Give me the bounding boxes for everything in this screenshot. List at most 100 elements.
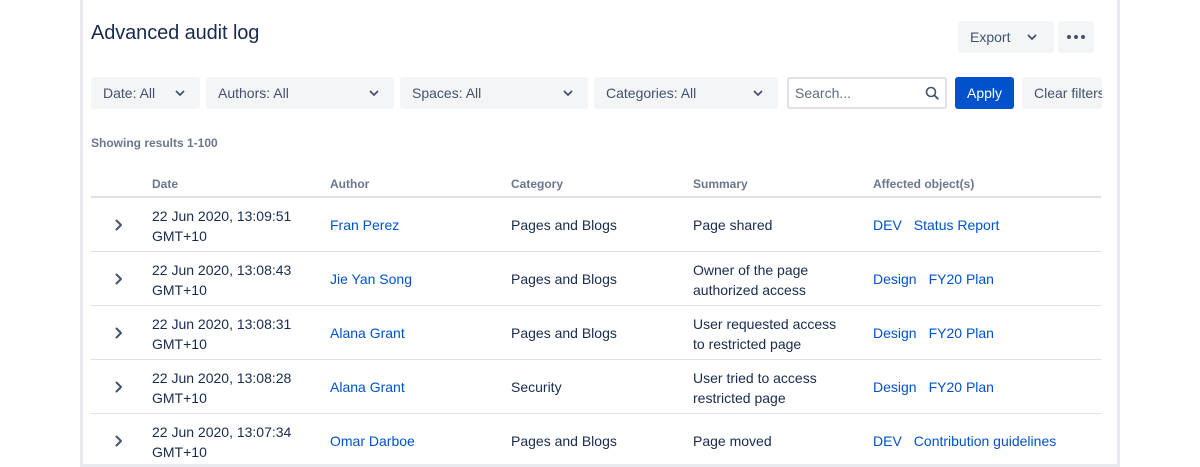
page-link[interactable]: FY20 Plan bbox=[929, 271, 994, 287]
chevron-right-icon[interactable] bbox=[113, 218, 125, 232]
row-date: 22 Jun 2020, 13:08:43 GMT+10 bbox=[152, 260, 322, 300]
table-row[interactable]: 22 Jun 2020, 13:08:43 GMT+10 Jie Yan Son… bbox=[91, 252, 1101, 306]
space-link[interactable]: Design bbox=[873, 379, 917, 395]
row-category: Pages and Blogs bbox=[511, 271, 617, 287]
date-filter-label: Date: All bbox=[103, 85, 156, 101]
chevron-right-icon[interactable] bbox=[113, 272, 125, 286]
search-input[interactable] bbox=[789, 79, 917, 107]
row-date-line1: 22 Jun 2020, 13:07:34 bbox=[152, 424, 292, 440]
row-affected-objects: Design FY20 Plan bbox=[873, 269, 994, 289]
page-link[interactable]: Status Report bbox=[914, 217, 1000, 233]
space-link[interactable]: Design bbox=[873, 271, 917, 287]
row-date-line1: 22 Jun 2020, 13:08:28 bbox=[152, 370, 292, 386]
row-affected-objects: Design FY20 Plan bbox=[873, 323, 994, 343]
column-header-summary[interactable]: Summary bbox=[693, 177, 748, 191]
row-summary-line2: authorized access bbox=[693, 282, 806, 298]
row-author: Omar Darboe bbox=[330, 431, 415, 451]
more-actions-button[interactable] bbox=[1058, 21, 1094, 53]
results-count: Showing results 1-100 bbox=[91, 136, 218, 150]
chevron-down-icon bbox=[753, 90, 763, 96]
author-link[interactable]: Fran Perez bbox=[330, 217, 399, 233]
row-author: Fran Perez bbox=[330, 215, 399, 235]
row-summary-line1: Page shared bbox=[693, 217, 773, 233]
table-header: Date Author Category Summary Affected ob… bbox=[91, 170, 1101, 198]
row-author: Alana Grant bbox=[330, 323, 405, 343]
clear-filters-button[interactable]: Clear filters bbox=[1022, 77, 1102, 109]
row-date: 22 Jun 2020, 13:08:31 GMT+10 bbox=[152, 314, 322, 354]
row-date-line2: GMT+10 bbox=[152, 228, 207, 244]
authors-filter-dropdown[interactable]: Authors: All bbox=[206, 77, 394, 109]
page-link[interactable]: FY20 Plan bbox=[929, 325, 994, 341]
row-date-line1: 22 Jun 2020, 13:09:51 bbox=[152, 208, 292, 224]
row-date: 22 Jun 2020, 13:09:51 GMT+10 bbox=[152, 206, 322, 246]
date-filter-dropdown[interactable]: Date: All bbox=[91, 77, 200, 109]
author-link[interactable]: Alana Grant bbox=[330, 325, 405, 341]
column-header-category[interactable]: Category bbox=[511, 177, 563, 191]
apply-button[interactable]: Apply bbox=[955, 77, 1014, 109]
row-affected-objects: Design FY20 Plan bbox=[873, 377, 994, 397]
row-category: Pages and Blogs bbox=[511, 217, 617, 233]
column-header-affected-objects: Affected object(s) bbox=[873, 177, 975, 191]
row-date-line2: GMT+10 bbox=[152, 444, 207, 460]
row-summary-line1: User tried to access bbox=[693, 370, 817, 386]
space-link[interactable]: DEV bbox=[873, 217, 902, 233]
table-row[interactable]: 22 Jun 2020, 13:08:28 GMT+10 Alana Grant… bbox=[91, 360, 1101, 414]
space-link[interactable]: DEV bbox=[873, 433, 902, 449]
author-link[interactable]: Omar Darboe bbox=[330, 433, 415, 449]
row-category: Pages and Blogs bbox=[511, 325, 617, 341]
row-date-line2: GMT+10 bbox=[152, 390, 207, 406]
author-link[interactable]: Jie Yan Song bbox=[330, 271, 412, 287]
row-date: 22 Jun 2020, 13:07:34 GMT+10 bbox=[152, 422, 322, 462]
row-date-line1: 22 Jun 2020, 13:08:43 bbox=[152, 262, 292, 278]
chevron-right-icon[interactable] bbox=[113, 380, 125, 394]
row-summary: User requested access to restricted page bbox=[693, 314, 863, 354]
page-link[interactable]: Contribution guidelines bbox=[914, 433, 1056, 449]
row-affected-objects: DEV Status Report bbox=[873, 215, 999, 235]
export-label: Export bbox=[970, 29, 1011, 45]
row-summary-line1: Page moved bbox=[693, 433, 772, 449]
row-category: Pages and Blogs bbox=[511, 433, 617, 449]
row-author: Alana Grant bbox=[330, 377, 405, 397]
search-box bbox=[787, 77, 947, 109]
row-summary: Page shared bbox=[693, 215, 863, 235]
more-icon bbox=[1067, 35, 1071, 39]
table-row[interactable]: 22 Jun 2020, 13:08:31 GMT+10 Alana Grant… bbox=[91, 306, 1101, 360]
row-category: Security bbox=[511, 379, 562, 395]
chevron-down-icon bbox=[175, 90, 185, 96]
column-header-author[interactable]: Author bbox=[330, 177, 369, 191]
chevron-down-icon bbox=[1027, 34, 1037, 40]
row-summary: User tried to access restricted page bbox=[693, 368, 863, 408]
author-link[interactable]: Alana Grant bbox=[330, 379, 405, 395]
page-title: Advanced audit log bbox=[91, 22, 260, 44]
table-row[interactable]: 22 Jun 2020, 13:07:34 GMT+10 Omar Darboe… bbox=[91, 414, 1101, 467]
column-header-date[interactable]: Date bbox=[152, 177, 178, 191]
authors-filter-label: Authors: All bbox=[218, 85, 289, 101]
row-date: 22 Jun 2020, 13:08:28 GMT+10 bbox=[152, 368, 322, 408]
row-summary-line2: restricted page bbox=[693, 390, 786, 406]
categories-filter-label: Categories: All bbox=[606, 85, 697, 101]
row-author: Jie Yan Song bbox=[330, 269, 412, 289]
row-date-line1: 22 Jun 2020, 13:08:31 bbox=[152, 316, 292, 332]
audit-log-table: Date Author Category Summary Affected ob… bbox=[91, 170, 1101, 467]
row-date-line2: GMT+10 bbox=[152, 282, 207, 298]
spaces-filter-dropdown[interactable]: Spaces: All bbox=[400, 77, 588, 109]
row-date-line2: GMT+10 bbox=[152, 336, 207, 352]
row-summary-line1: User requested access bbox=[693, 316, 837, 332]
space-link[interactable]: Design bbox=[873, 325, 917, 341]
export-button[interactable]: Export bbox=[958, 21, 1054, 53]
more-icon-dot bbox=[1074, 35, 1078, 39]
row-summary: Page moved bbox=[693, 431, 863, 451]
spaces-filter-label: Spaces: All bbox=[412, 85, 482, 101]
categories-filter-dropdown[interactable]: Categories: All bbox=[594, 77, 778, 109]
chevron-right-icon[interactable] bbox=[113, 434, 125, 448]
page-link[interactable]: FY20 Plan bbox=[929, 379, 994, 395]
chevron-down-icon bbox=[563, 90, 573, 96]
chevron-down-icon bbox=[369, 90, 379, 96]
table-row[interactable]: 22 Jun 2020, 13:09:51 GMT+10 Fran Perez … bbox=[91, 198, 1101, 252]
row-summary: Owner of the page authorized access bbox=[693, 260, 863, 300]
row-summary-line2: to restricted page bbox=[693, 336, 802, 352]
chevron-right-icon[interactable] bbox=[113, 326, 125, 340]
more-icon-dot bbox=[1081, 35, 1085, 39]
search-icon[interactable] bbox=[925, 86, 939, 100]
row-affected-objects: DEV Contribution guidelines bbox=[873, 431, 1056, 451]
